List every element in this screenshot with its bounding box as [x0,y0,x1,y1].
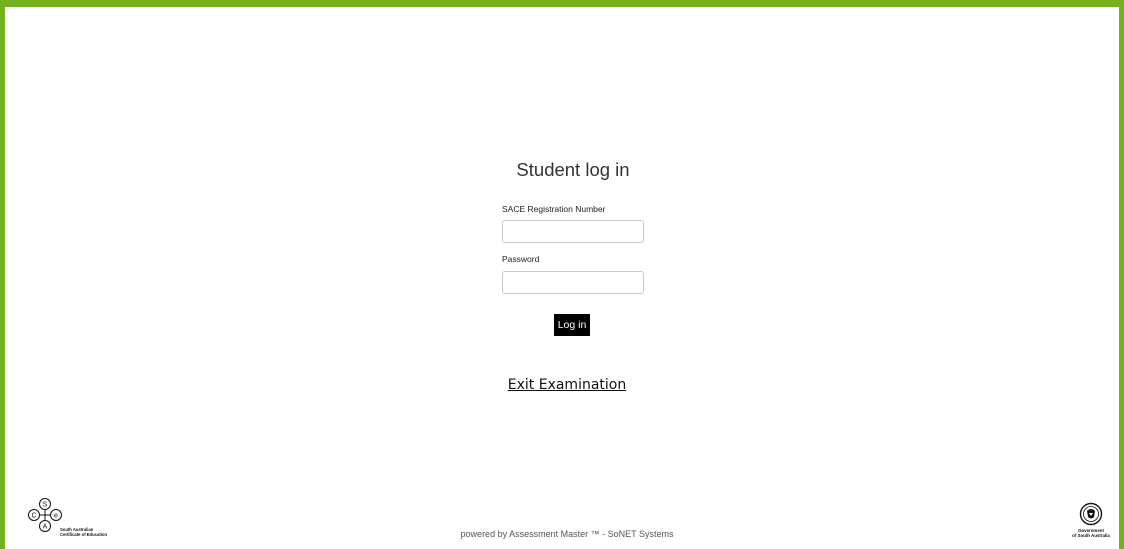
powered-by-footer: powered by Assessment Master ™ - SoNET S… [460,529,674,539]
government-logo-text: Government of South Australia [1065,528,1117,538]
login-button[interactable]: Log in [554,314,590,336]
sace-letter-s: S [43,502,48,509]
exit-examination-link[interactable]: Exit Examination [5,377,1124,393]
password-label: Password [502,254,540,264]
government-logo-line2: of South Australia [1072,533,1110,538]
page-title: Student log in [516,159,630,180]
registration-number-input[interactable] [502,220,644,243]
page-frame: Student log in SACE Registration Number … [0,0,1124,549]
sace-letter-e: e [54,513,58,520]
gov-sa-crest-icon [1079,502,1103,526]
sace-letter-c: C [31,513,36,520]
government-logo: Government of South Australia [1065,502,1117,547]
registration-number-label: SACE Registration Number [502,204,606,214]
password-input[interactable] [502,271,644,294]
